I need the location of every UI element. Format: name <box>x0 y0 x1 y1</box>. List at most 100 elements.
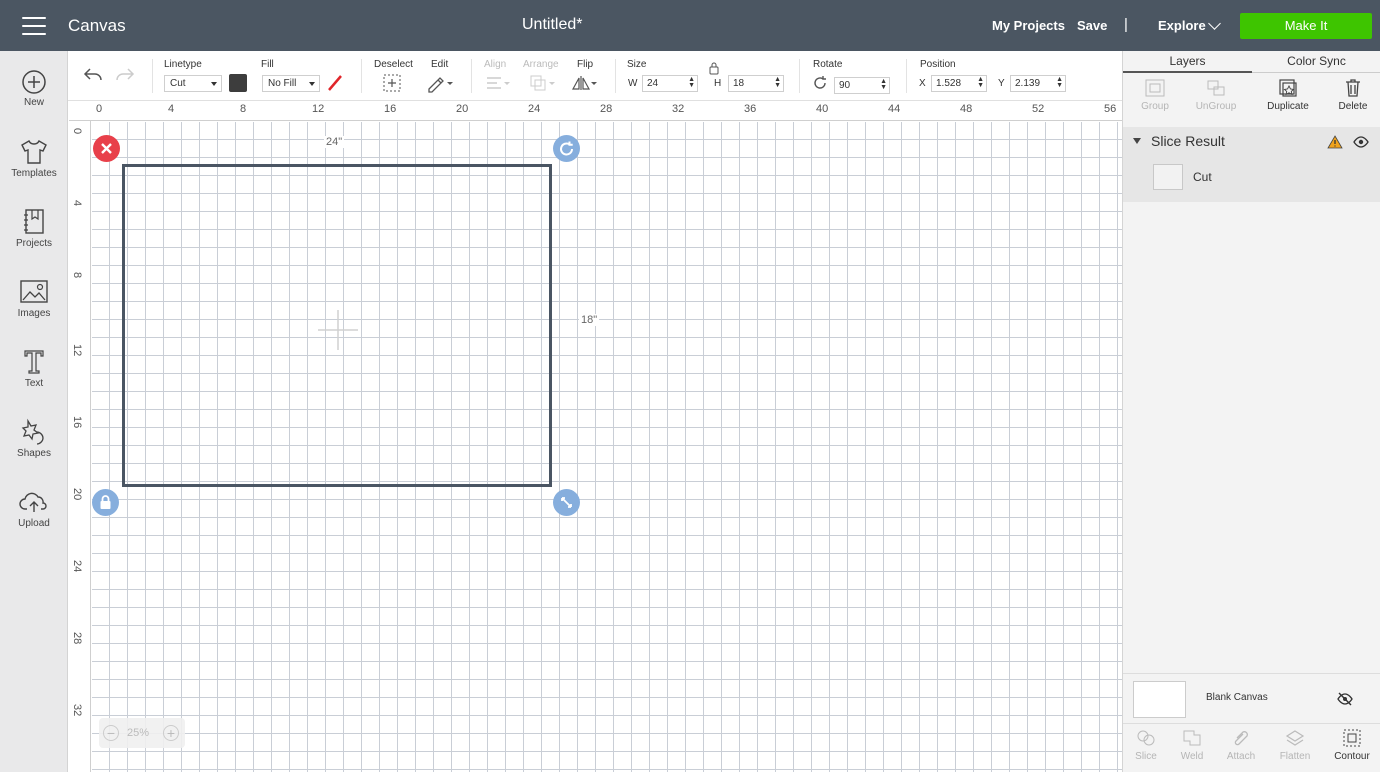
redo-icon[interactable] <box>114 66 136 84</box>
flip-icon[interactable] <box>570 74 598 92</box>
position-x-input[interactable]: 1.528 ▲ ▼ <box>931 75 987 92</box>
align-icon[interactable] <box>484 74 510 92</box>
hamburger-menu-icon[interactable] <box>22 17 46 35</box>
selected-rectangle-shape[interactable] <box>122 164 552 487</box>
blank-canvas-swatch[interactable] <box>1133 681 1186 718</box>
sidebar-item-text[interactable]: Text <box>0 348 68 410</box>
edit-pencil-icon[interactable] <box>426 73 454 93</box>
toolbar-divider <box>615 59 616 93</box>
sidebar-item-label: Shapes <box>17 448 51 459</box>
height-value: 18 <box>733 78 745 89</box>
layer-group-title: Slice Result <box>1151 133 1225 149</box>
sidebar-item-images[interactable]: Images <box>0 278 68 340</box>
save-button[interactable]: Save <box>1077 18 1107 33</box>
lock-handle[interactable] <box>92 489 119 516</box>
stepper-arrows-icon[interactable]: ▲ ▼ <box>774 76 781 89</box>
position-label: Position <box>920 59 956 70</box>
ruler-tick-label: 0 <box>96 103 103 115</box>
flatten-label: Flatten <box>1279 751 1311 762</box>
contour-button[interactable]: Contour <box>1329 728 1375 762</box>
layer-swatch <box>1153 164 1183 190</box>
deselect-label: Deselect <box>374 59 413 70</box>
sidebar-item-label: Templates <box>11 168 57 179</box>
tshirt-icon <box>21 140 47 164</box>
fill-select[interactable]: No Fill <box>262 75 320 92</box>
position-y-value: 2.139 <box>1015 78 1041 89</box>
ruler-tick-label: 28 <box>600 103 613 115</box>
chevron-down-icon[interactable] <box>1208 17 1221 30</box>
sidebar-item-upload[interactable]: Upload <box>0 488 68 550</box>
height-letter: H <box>714 78 722 89</box>
ruler-tick-label: 12 <box>71 344 83 357</box>
eye-hidden-icon[interactable] <box>1336 691 1354 707</box>
rotate-handle[interactable] <box>553 135 580 162</box>
arrange-icon[interactable] <box>528 74 556 92</box>
lock-aspect-icon[interactable] <box>708 61 720 75</box>
attach-button[interactable]: Attach <box>1218 728 1264 762</box>
undo-icon[interactable] <box>82 66 104 84</box>
ruler-vertical: 0 4 8 12 16 20 24 28 32 <box>69 121 91 772</box>
size-label: Size <box>627 59 647 70</box>
stepper-arrows-icon[interactable]: ▲ ▼ <box>688 76 695 89</box>
linetype-select[interactable]: Cut <box>164 75 222 92</box>
text-icon <box>24 350 44 374</box>
rotate-input[interactable]: 90 ▲ ▼ <box>834 77 890 94</box>
ruler-tick-label: 16 <box>384 103 397 115</box>
y-letter: Y <box>998 78 1005 89</box>
my-projects-link[interactable]: My Projects <box>992 18 1065 33</box>
duplicate-button[interactable]: Duplicate <box>1256 78 1320 112</box>
explore-menu[interactable]: Explore <box>1158 18 1206 33</box>
document-title[interactable]: Untitled* <box>522 16 582 34</box>
stepper-arrows-icon[interactable]: ▲ ▼ <box>1056 76 1063 89</box>
zoom-out-button[interactable]: − <box>103 725 119 741</box>
blank-canvas-row[interactable]: Blank Canvas <box>1123 673 1380 723</box>
eye-icon[interactable] <box>1353 135 1369 149</box>
design-canvas[interactable]: 0 4 8 12 16 20 24 28 32 36 40 44 48 52 5… <box>69 101 1122 772</box>
sidebar-item-label: Images <box>17 308 51 319</box>
no-fill-swatch-icon[interactable] <box>325 73 345 93</box>
deselect-icon[interactable] <box>382 73 402 93</box>
width-input[interactable]: 24 ▲ ▼ <box>642 75 698 92</box>
bottom-tools: Slice Weld Attach Flatten Contour <box>1123 723 1380 772</box>
delete-label: Delete <box>1338 101 1368 112</box>
sidebar-item-projects[interactable]: Projects <box>0 208 68 270</box>
toolbar-divider <box>152 59 153 93</box>
weld-button[interactable]: Weld <box>1169 728 1215 762</box>
make-it-button[interactable]: Make It <box>1240 13 1372 39</box>
flatten-button[interactable]: Flatten <box>1272 728 1318 762</box>
linetype-color-swatch[interactable] <box>229 74 247 92</box>
group-button[interactable]: Group <box>1123 78 1187 112</box>
delete-button[interactable]: Delete <box>1321 78 1380 112</box>
height-dimension-label: 18" <box>579 314 600 326</box>
ungroup-icon <box>1207 80 1225 96</box>
height-input[interactable]: 18 ▲ ▼ <box>728 75 784 92</box>
caret-down-icon[interactable] <box>1132 137 1142 145</box>
stepper-arrows-icon[interactable]: ▲ ▼ <box>880 78 887 91</box>
stepper-arrows-icon[interactable]: ▲ ▼ <box>977 76 984 89</box>
attach-label: Attach <box>1226 751 1256 762</box>
lock-icon <box>100 495 111 509</box>
zoom-in-button[interactable]: + <box>163 725 179 741</box>
slice-icon <box>1137 730 1155 746</box>
sidebar-item-shapes[interactable]: Shapes <box>0 418 68 480</box>
position-y-input[interactable]: 2.139 ▲ ▼ <box>1010 75 1066 92</box>
tab-color-sync[interactable]: Color Sync <box>1252 51 1380 73</box>
ungroup-label: UnGroup <box>1195 101 1237 112</box>
toolbar-divider <box>471 59 472 93</box>
layer-group[interactable]: Slice Result Cut <box>1123 127 1380 202</box>
slice-button[interactable]: Slice <box>1123 728 1169 762</box>
ungroup-button[interactable]: UnGroup <box>1184 78 1248 112</box>
trash-icon <box>1346 79 1360 97</box>
zoom-level: 25% <box>127 727 150 739</box>
delete-handle[interactable] <box>93 135 120 162</box>
resize-handle[interactable] <box>553 489 580 516</box>
image-icon <box>20 280 48 303</box>
sidebar-item-templates[interactable]: Templates <box>0 138 68 200</box>
arrange-label: Arrange <box>523 59 559 70</box>
sidebar-item-new[interactable]: New <box>0 69 68 131</box>
tab-layers[interactable]: Layers <box>1123 51 1252 73</box>
rotate-label: Rotate <box>813 59 843 70</box>
ruler-tick-label: 0 <box>71 128 83 135</box>
fill-label: Fill <box>261 59 274 70</box>
warning-icon[interactable] <box>1327 135 1343 149</box>
